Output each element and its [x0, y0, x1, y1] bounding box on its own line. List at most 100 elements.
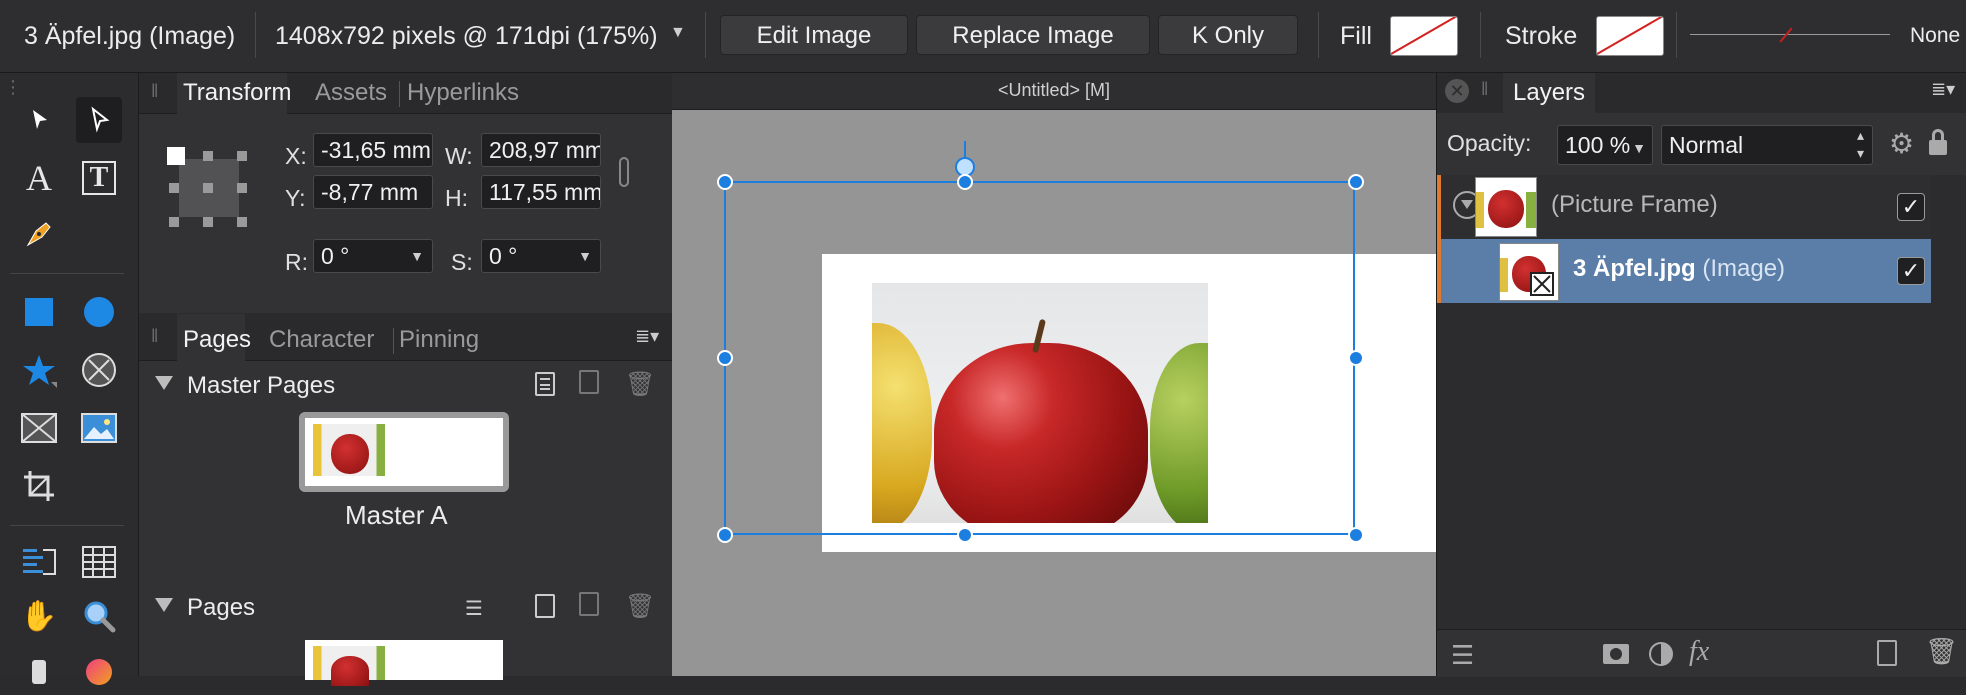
document-title[interactable]: <Untitled> [M]	[672, 80, 1436, 101]
mask-layer-icon[interactable]	[1603, 644, 1629, 664]
tab-assets[interactable]: Assets	[315, 79, 387, 107]
handle-bottom-left[interactable]	[717, 527, 733, 543]
anchor-point-selector[interactable]	[167, 147, 257, 231]
document-tab-bar: <Untitled> [M]	[672, 73, 1436, 110]
page-1-thumbnail[interactable]	[305, 640, 503, 686]
add-master-page-icon[interactable]	[535, 372, 555, 396]
x-position-field[interactable]: -31,65 mm	[313, 133, 433, 167]
anchor-top-center[interactable]	[203, 151, 213, 161]
anchor-bottom-right[interactable]	[237, 217, 247, 227]
layer-visibility-checkbox[interactable]: ✓	[1897, 257, 1925, 285]
insert-pages-icon[interactable]: ☰	[465, 596, 483, 621]
height-field[interactable]: 117,55 mm	[481, 175, 601, 209]
blend-mode-select[interactable]: Normal ▴ ▾	[1661, 125, 1873, 165]
delete-master-page-icon[interactable]: 🗑	[625, 370, 655, 399]
panel-menu-icon[interactable]: ≣▾	[635, 326, 659, 347]
layer-row-image[interactable]: 3 Äpfel.jpg (Image) ✓	[1437, 239, 1931, 303]
tab-pages[interactable]: Pages	[183, 326, 251, 354]
adjustment-layer-icon[interactable]	[1649, 642, 1673, 666]
tab-layers[interactable]: Layers	[1513, 79, 1585, 107]
anchor-top-left[interactable]	[167, 147, 185, 165]
gear-icon[interactable]: ⚙	[1889, 127, 1914, 160]
layer-type: (Image)	[1702, 255, 1786, 282]
document-canvas[interactable]	[672, 73, 1436, 676]
fill-swatch[interactable]	[1390, 16, 1458, 56]
master-a-thumbnail[interactable]	[299, 412, 509, 492]
layer-stack-icon[interactable]: ☰	[1451, 640, 1474, 671]
panel-menu-icon[interactable]: ≣▾	[1931, 79, 1955, 100]
handle-top-right[interactable]	[1348, 174, 1364, 190]
fill-tool[interactable]	[16, 649, 62, 695]
ellipse-tool[interactable]	[76, 289, 122, 335]
handle-top-center[interactable]	[957, 174, 973, 190]
y-position-field[interactable]: -8,77 mm	[313, 175, 433, 209]
tab-character[interactable]: Character	[269, 326, 374, 354]
handle-bottom-center[interactable]	[957, 527, 973, 543]
frame-text-icon: T	[82, 161, 116, 195]
add-page-icon[interactable]	[535, 594, 555, 618]
anchor-top-right[interactable]	[237, 151, 247, 161]
panel-grip[interactable]: ‖	[1481, 79, 1489, 100]
vector-crop-tool[interactable]	[16, 463, 62, 509]
place-image-tool[interactable]	[76, 405, 122, 451]
stroke-swatch[interactable]	[1596, 16, 1664, 56]
handle-middle-right[interactable]	[1348, 350, 1364, 366]
tools-divider	[10, 273, 124, 274]
tab-transform[interactable]: Transform	[183, 79, 291, 107]
rotation-field[interactable]: 0 ° ▼	[313, 239, 433, 273]
close-panel-icon[interactable]: ✕	[1445, 79, 1469, 103]
dimensions-dropdown-icon[interactable]: ▼	[670, 24, 686, 42]
anchor-middle-right[interactable]	[237, 183, 247, 193]
delete-layer-icon[interactable]: 🗑	[1925, 636, 1958, 667]
handle-bottom-right[interactable]	[1348, 527, 1364, 543]
delete-page-icon[interactable]: 🗑	[625, 592, 655, 621]
duplicate-page-icon[interactable]	[579, 592, 599, 616]
tab-pinning[interactable]: Pinning	[399, 326, 479, 354]
anchor-bottom-center[interactable]	[203, 217, 213, 227]
pages-collapse[interactable]	[155, 598, 173, 612]
k-only-button[interactable]: K Only	[1158, 15, 1298, 55]
picture-frame-ellipse-tool[interactable]	[76, 347, 122, 393]
duplicate-master-page-icon[interactable]	[579, 370, 599, 394]
move-tool[interactable]	[16, 97, 62, 143]
collapse-triangle-icon	[155, 598, 173, 612]
node-tool[interactable]	[76, 97, 122, 143]
lock-icon[interactable]	[1929, 129, 1947, 155]
opacity-field[interactable]: 100 % ▼	[1557, 125, 1653, 165]
blend-mode-stepper-icon: ▴ ▾	[1856, 127, 1864, 161]
layer-visibility-checkbox[interactable]: ✓	[1897, 193, 1925, 221]
tab-hyperlinks[interactable]: Hyperlinks	[407, 79, 519, 107]
lock-aspect-ratio-icon[interactable]	[619, 157, 629, 187]
anchor-bottom-left[interactable]	[169, 217, 179, 227]
anchor-center[interactable]	[203, 183, 213, 193]
replace-image-button[interactable]: Replace Image	[916, 15, 1150, 55]
pen-tool[interactable]	[16, 211, 62, 257]
panel-grip[interactable]: ‖	[151, 326, 159, 347]
stroke-width-slider[interactable]	[1690, 27, 1890, 43]
transparency-tool[interactable]	[76, 649, 122, 695]
rectangle-tool[interactable]	[16, 289, 62, 335]
add-layer-icon[interactable]	[1877, 640, 1897, 666]
width-field[interactable]: 208,97 mm	[481, 133, 601, 167]
frame-text-tool[interactable]: T	[76, 155, 122, 201]
picture-frame-rectangle-tool[interactable]	[16, 405, 62, 451]
star-tool[interactable]	[16, 347, 62, 393]
view-tool[interactable]: ✋	[16, 593, 62, 639]
anchor-middle-left[interactable]	[169, 183, 179, 193]
master-pages-collapse[interactable]	[155, 376, 173, 390]
handle-middle-left[interactable]	[717, 350, 733, 366]
tab-divider	[399, 81, 400, 107]
handle-top-left[interactable]	[717, 174, 733, 190]
text-flow-tool[interactable]	[16, 539, 62, 585]
layer-row-picture-frame[interactable]: (Picture Frame) ✓	[1437, 175, 1931, 239]
zoom-tool[interactable]	[76, 593, 122, 639]
edit-image-button[interactable]: Edit Image	[720, 15, 908, 55]
fx-icon[interactable]: fx	[1689, 636, 1709, 668]
layer-options-bar: Opacity: 100 % ▼ Normal ▴ ▾ ⚙	[1437, 113, 1966, 175]
shear-field[interactable]: 0 ° ▼	[481, 239, 601, 273]
table-tool[interactable]	[76, 539, 122, 585]
artistic-text-tool[interactable]: A	[16, 155, 62, 201]
layers-panel: ✕ ‖ Layers ≣▾ Opacity: 100 % ▼ Normal ▴ ▾…	[1436, 73, 1966, 677]
panel-grip[interactable]: ‖	[151, 81, 159, 102]
opacity-value: 100 %	[1565, 132, 1631, 158]
